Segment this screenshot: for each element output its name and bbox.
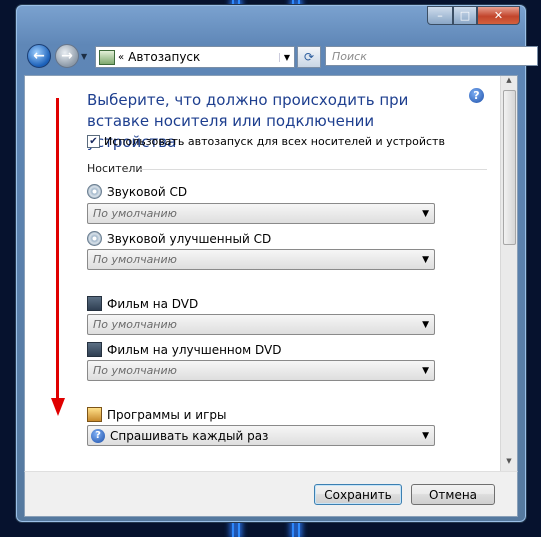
chevron-down-icon: ▼ — [422, 320, 429, 330]
vertical-scrollbar[interactable]: ▲ ▼ — [500, 76, 517, 471]
enhanced-dvd-movie-select[interactable]: По умолчанию ▼ — [87, 360, 435, 381]
media-item-text: Программы и игры — [107, 407, 227, 422]
control-panel-icon — [99, 49, 115, 65]
settings-panel: Выберите, что должно происходить при вст… — [24, 75, 518, 472]
refresh-icon: ⟳ — [303, 50, 315, 64]
navigation-bar: ← → ▼ « Автозапуск ▼ ⟳ Поиск — [25, 42, 538, 72]
address-dropdown-icon[interactable]: ▼ — [279, 52, 294, 62]
scroll-down-icon[interactable]: ▼ — [501, 457, 517, 471]
chevron-down-icon: ▼ — [422, 431, 429, 441]
dialog-footer: Сохранить Отмена — [24, 471, 518, 517]
software-games-select[interactable]: ? Спрашивать каждый раз ▼ — [87, 425, 435, 446]
enhanced-dvd-movie-icon — [87, 342, 102, 357]
use-autoplay-checkbox[interactable]: ✔ — [87, 135, 100, 148]
software-games-icon — [87, 407, 102, 422]
forward-button[interactable]: → — [55, 44, 79, 68]
save-button[interactable]: Сохранить — [314, 484, 402, 505]
select-value: По умолчанию — [93, 364, 177, 377]
dvd-movie-select[interactable]: По умолчанию ▼ — [87, 314, 435, 335]
select-value: По умолчанию — [93, 253, 177, 266]
minimize-button[interactable]: – — [427, 6, 453, 25]
media-item-label: Фильм на DVD — [87, 296, 198, 311]
refresh-button[interactable]: ⟳ — [297, 46, 321, 68]
address-bar[interactable]: « Автозапуск ▼ — [95, 46, 295, 68]
search-input[interactable]: Поиск — [325, 46, 538, 66]
recent-pages-dropdown-icon[interactable]: ▼ — [81, 52, 87, 61]
maximize-button[interactable]: □ — [453, 6, 477, 25]
media-item-label: Звуковой CD — [87, 184, 187, 199]
chevron-down-icon: ▼ — [422, 209, 429, 219]
enhanced-audio-cd-icon — [87, 231, 102, 246]
media-item-text: Звуковой CD — [107, 184, 188, 199]
select-value: По умолчанию — [93, 318, 177, 331]
audio-cd-select[interactable]: По умолчанию ▼ — [87, 203, 435, 224]
use-autoplay-row[interactable]: ✔ Использовать автозапуск для всех носит… — [87, 135, 445, 148]
annotation-arrow-shaft — [56, 98, 59, 404]
use-autoplay-label: Использовать автозапуск для всех носител… — [104, 135, 445, 148]
scroll-up-icon[interactable]: ▲ — [501, 76, 517, 90]
scrollbar-thumb[interactable] — [503, 90, 516, 245]
section-title: Носители — [87, 162, 143, 175]
section-divider — [139, 169, 487, 170]
cancel-button[interactable]: Отмена — [411, 484, 495, 505]
media-item-label: Программы и игры — [87, 407, 226, 422]
media-item-label: Звуковой улучшенный CD — [87, 231, 271, 246]
media-item-text: Фильм на улучшенном DVD — [107, 342, 282, 357]
back-arrow-icon: ← — [33, 48, 45, 64]
back-button[interactable]: ← — [27, 44, 51, 68]
help-icon[interactable]: ? — [469, 88, 484, 103]
chevron-down-icon: ▼ — [422, 366, 429, 376]
caption-buttons: – □ ✕ — [427, 6, 520, 25]
close-button[interactable]: ✕ — [477, 6, 520, 25]
enhanced-audio-cd-select[interactable]: По умолчанию ▼ — [87, 249, 435, 270]
select-value: Спрашивать каждый раз — [110, 428, 269, 443]
dvd-movie-icon — [87, 296, 102, 311]
select-value: По умолчанию — [93, 207, 177, 220]
forward-arrow-icon: → — [61, 48, 73, 64]
media-item-text: Звуковой улучшенный CD — [107, 231, 272, 246]
media-item-text: Фильм на DVD — [107, 296, 199, 311]
audio-cd-icon — [87, 184, 102, 199]
chevron-down-icon: ▼ — [422, 255, 429, 265]
annotation-arrow-down-icon — [51, 398, 65, 416]
breadcrumb-autoplay[interactable]: Автозапуск — [128, 50, 200, 64]
question-icon: ? — [91, 428, 105, 443]
breadcrumb-separator: « — [118, 51, 125, 63]
media-item-label: Фильм на улучшенном DVD — [87, 342, 281, 357]
